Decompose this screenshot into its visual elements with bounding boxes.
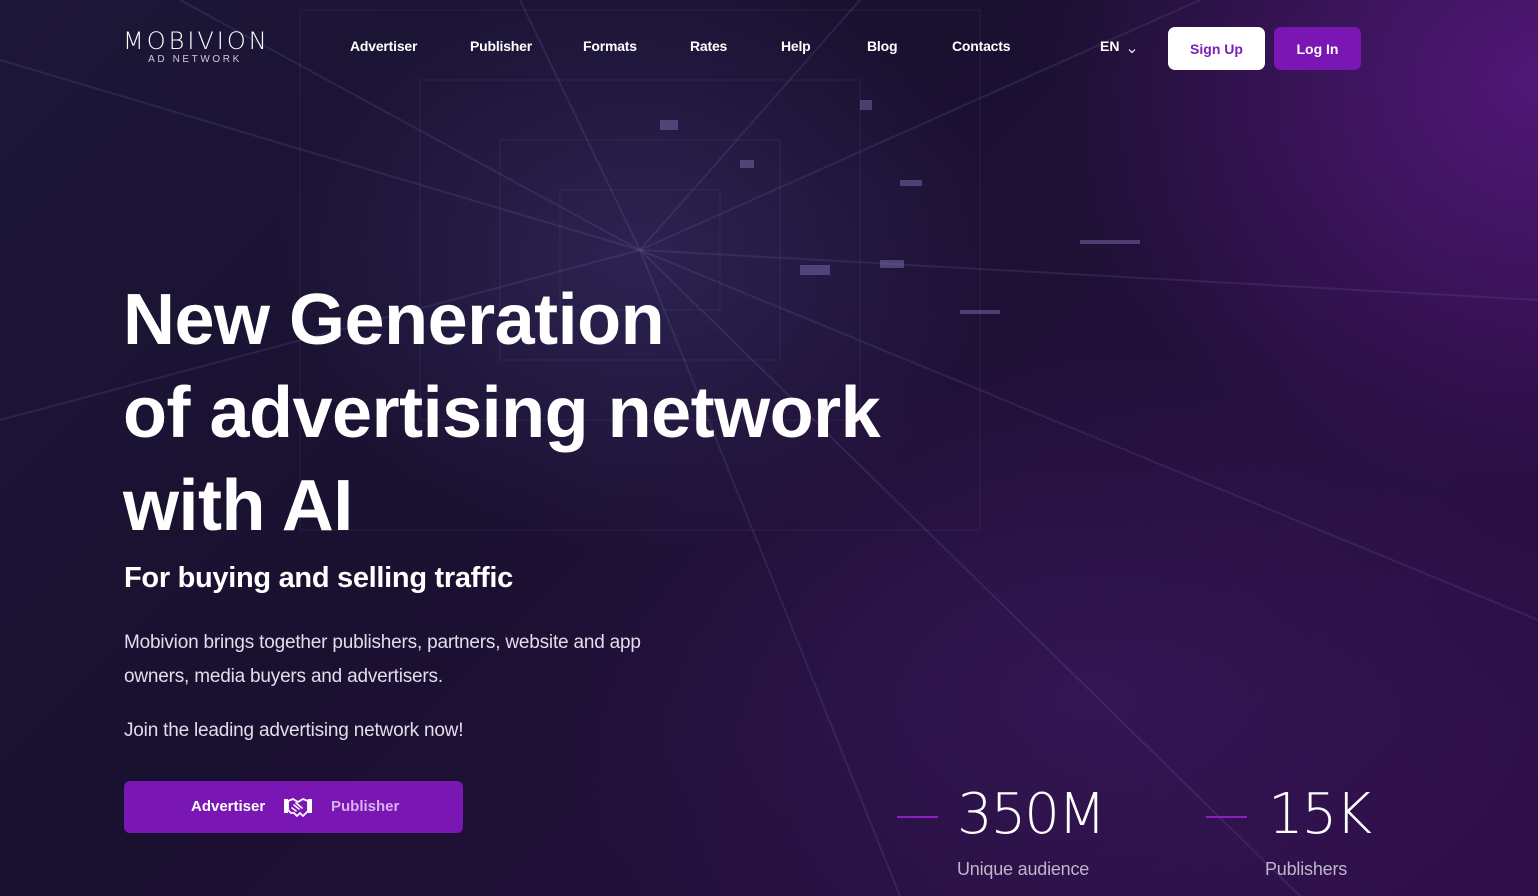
- role-switch-button[interactable]: Advertiser Publisher: [124, 781, 463, 833]
- hero-join-text: Join the leading advertising network now…: [124, 720, 464, 741]
- cta-publisher-label[interactable]: Publisher: [331, 798, 399, 815]
- language-label: EN: [1100, 38, 1120, 54]
- stat-accent-line: [897, 816, 938, 818]
- stat-value: 15K: [1268, 782, 1372, 847]
- hero-title-line-3: with AI: [123, 466, 353, 546]
- nav-item-publisher[interactable]: Publisher: [470, 38, 532, 54]
- hero-title-line-2: of advertising network: [123, 373, 881, 453]
- nav-item-help[interactable]: Help: [781, 38, 811, 54]
- login-button[interactable]: Log In: [1274, 27, 1361, 70]
- hero-subtitle: For buying and selling traffic: [124, 562, 513, 594]
- nav-item-blog[interactable]: Blog: [867, 38, 898, 54]
- stat-label: Publishers: [1265, 859, 1348, 879]
- language-selector[interactable]: EN: [1100, 38, 1136, 54]
- handshake-icon: [282, 793, 314, 821]
- chevron-down-icon: [1128, 42, 1136, 54]
- stat-label: Unique audience: [957, 859, 1090, 879]
- hero-description: Mobivion brings together publishers, par…: [124, 632, 641, 687]
- nav-item-formats[interactable]: Formats: [583, 38, 637, 54]
- brand-logo[interactable]: MOBIVION AD NETWORK: [123, 27, 270, 65]
- stat-value: 350M: [957, 782, 1106, 847]
- nav-item-contacts[interactable]: Contacts: [952, 38, 1010, 54]
- brand-tagline: AD NETWORK: [148, 54, 242, 65]
- stat-accent-line: [1206, 816, 1247, 818]
- nav-item-rates[interactable]: Rates: [690, 38, 727, 54]
- cta-advertiser-label[interactable]: Advertiser: [191, 798, 265, 815]
- hero-title-line-1: New Generation: [123, 280, 665, 360]
- site-header: MOBIVION AD NETWORK Advertiser Publisher…: [0, 0, 1538, 96]
- signup-button[interactable]: Sign Up: [1168, 27, 1265, 70]
- nav-item-advertiser[interactable]: Advertiser: [350, 38, 417, 54]
- brand-name: MOBIVION: [123, 27, 270, 55]
- hero-title: New Generation of advertising network wi…: [123, 274, 943, 553]
